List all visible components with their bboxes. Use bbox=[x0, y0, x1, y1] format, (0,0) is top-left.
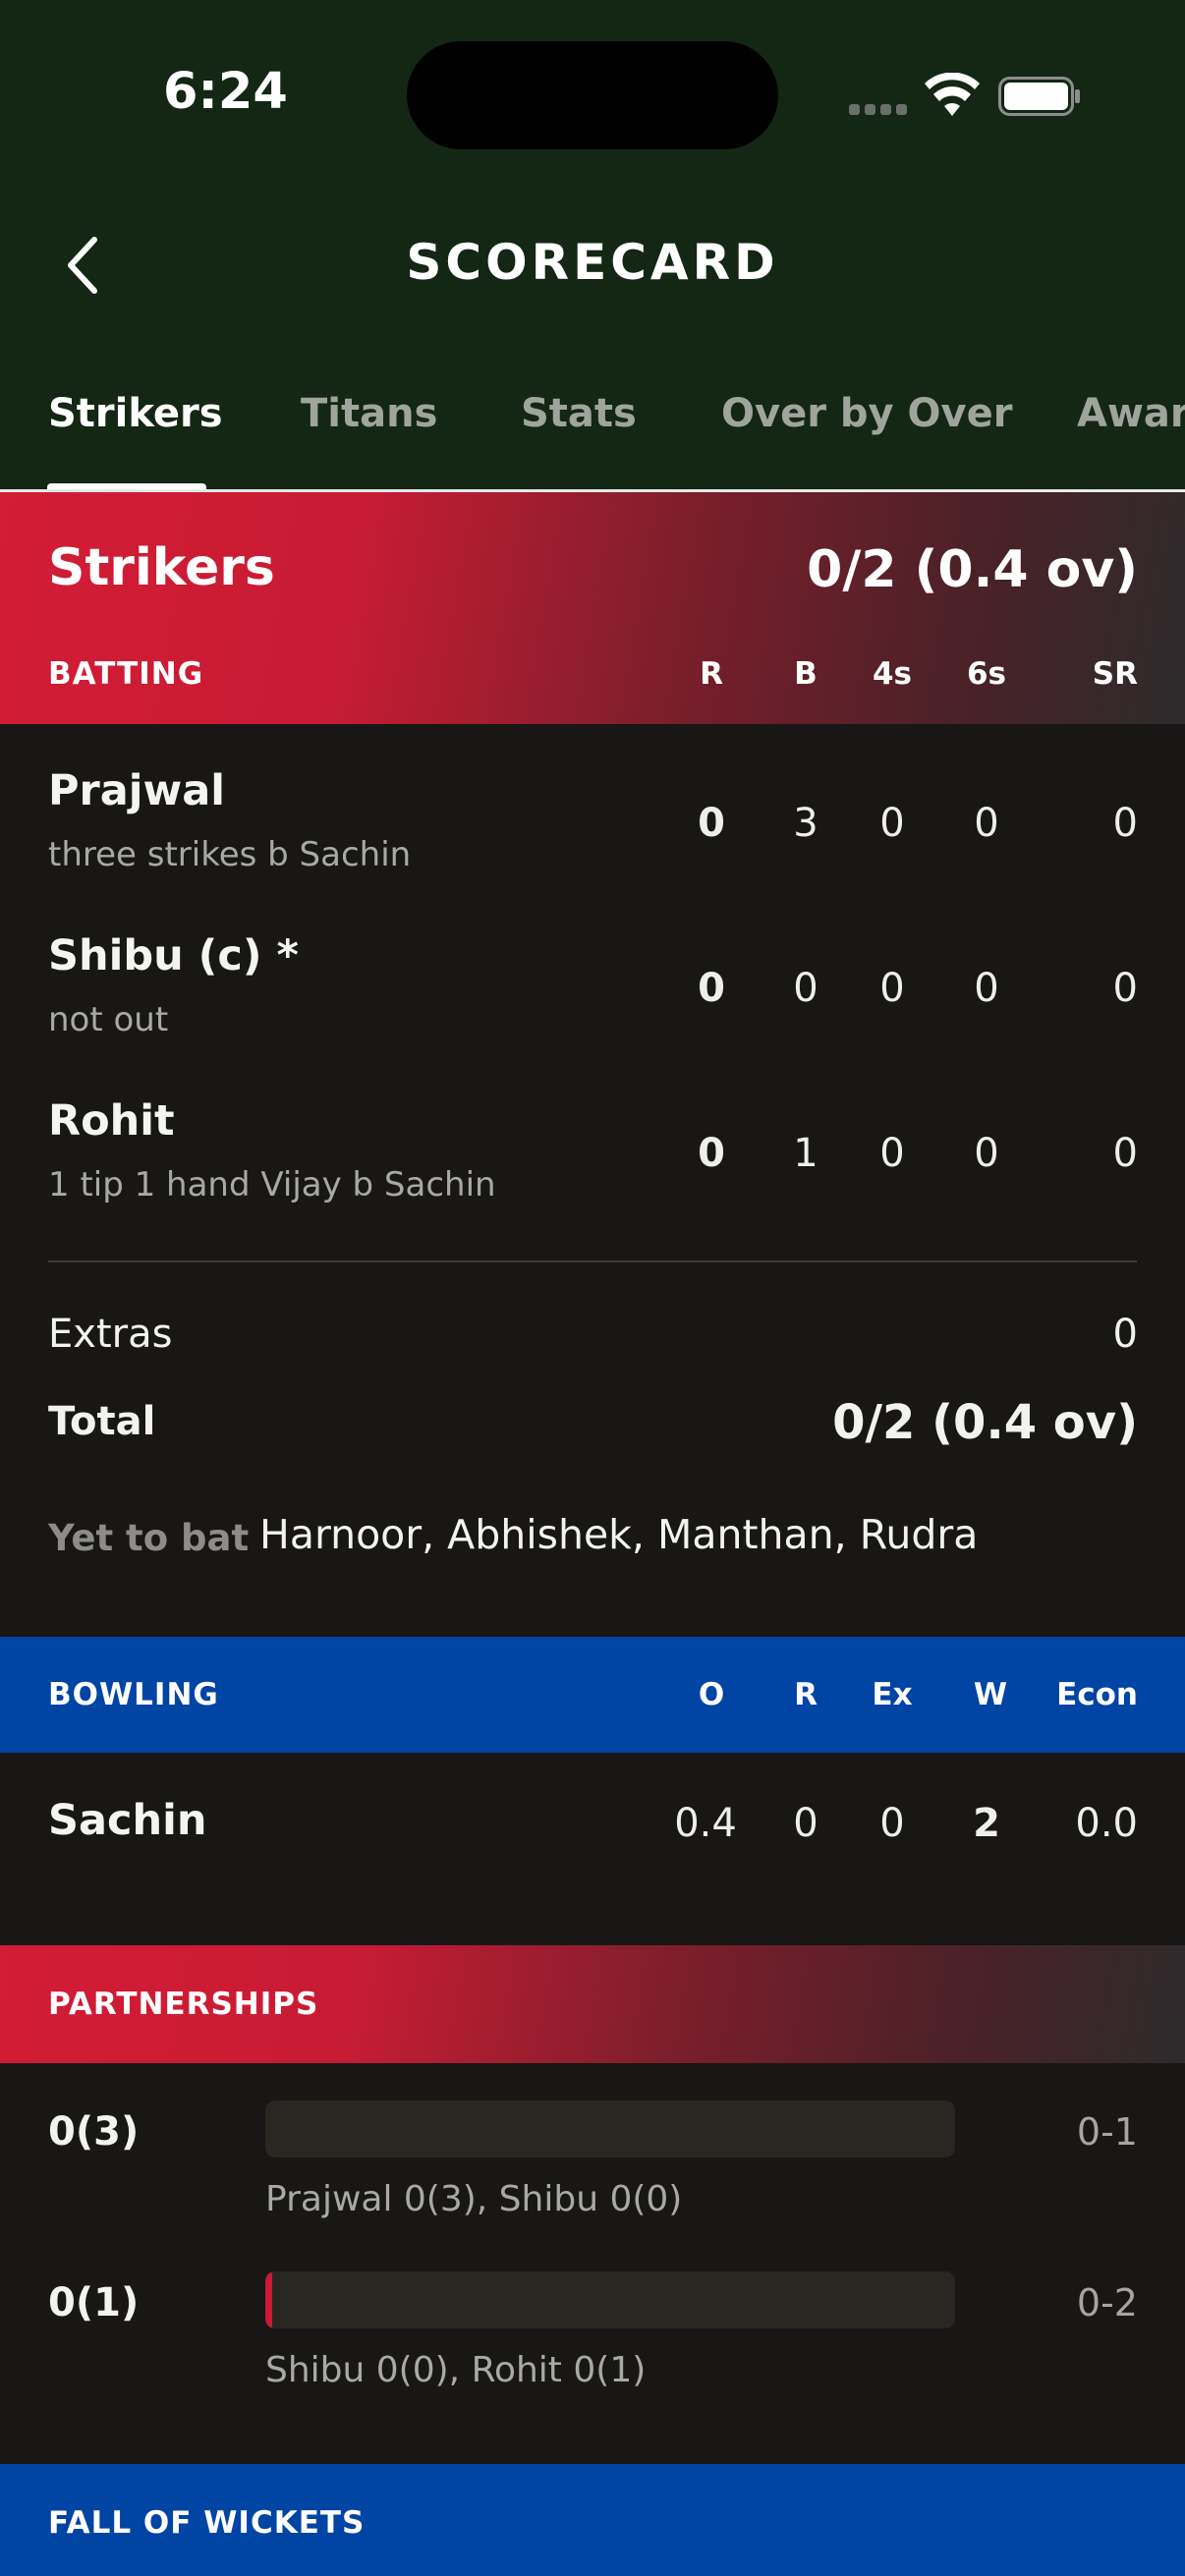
tab-over-by-over[interactable]: Over by Over bbox=[721, 391, 1012, 436]
batting-col-b: B bbox=[794, 656, 818, 692]
batter-dismissal: 1 tip 1 hand Vijay b Sachin bbox=[48, 1165, 496, 1204]
app-header: 6:24 SCORECARD Strikers Titans Stats Ove… bbox=[0, 0, 1185, 492]
batter-fours: 0 bbox=[879, 801, 905, 846]
batter-fours: 0 bbox=[879, 966, 905, 1011]
batter-strike-rate: 0 bbox=[1112, 966, 1138, 1011]
page-title: SCORECARD bbox=[406, 234, 779, 291]
total-label: Total bbox=[48, 1399, 156, 1444]
batting-col-r: R bbox=[700, 656, 723, 692]
innings-team-name: Strikers bbox=[48, 538, 275, 597]
bowler-overs: 0.4 bbox=[674, 1801, 737, 1846]
partnership-players: Prajwal 0(3), Shibu 0(0) bbox=[265, 2179, 683, 2219]
batter-dismissal: not out bbox=[48, 1000, 169, 1039]
extras-label: Extras bbox=[48, 1312, 173, 1357]
partnership-runs: 0(3) bbox=[48, 2109, 140, 2155]
batter-name: Rohit bbox=[48, 1096, 175, 1146]
batting-label: BATTING bbox=[48, 656, 204, 692]
battery-icon bbox=[998, 77, 1080, 116]
total-value: 0/2 (0.4 ov) bbox=[832, 1395, 1138, 1450]
tab-stats[interactable]: Stats bbox=[521, 391, 637, 436]
extras-value: 0 bbox=[1112, 1312, 1138, 1357]
partnership-bar bbox=[265, 2100, 955, 2157]
status-time: 6:24 bbox=[163, 63, 288, 121]
batting-divider bbox=[48, 1260, 1137, 1262]
partnership-bar bbox=[265, 2271, 955, 2328]
bowler-economy: 0.0 bbox=[1075, 1801, 1138, 1846]
batter-strike-rate: 0 bbox=[1112, 801, 1138, 846]
partnership-players: Shibu 0(0), Rohit 0(1) bbox=[265, 2350, 647, 2390]
tab-titans[interactable]: Titans bbox=[301, 391, 437, 436]
bowler-name: Sachin bbox=[48, 1796, 207, 1845]
tab-bar: Strikers Titans Stats Over by Over Award… bbox=[0, 383, 1185, 491]
bowling-col-o: O bbox=[698, 1677, 725, 1712]
tab-strikers[interactable]: Strikers bbox=[48, 391, 223, 436]
batter-strike-rate: 0 bbox=[1112, 1131, 1138, 1176]
yet-to-bat-label: Yet to bat bbox=[48, 1517, 250, 1559]
batter-balls: 1 bbox=[793, 1131, 818, 1176]
batting-col-sr: SR bbox=[1092, 656, 1138, 692]
partnership-wicket: 0-1 bbox=[1076, 2110, 1138, 2154]
batter-dismissal: three strikes b Sachin bbox=[48, 835, 412, 874]
batter-balls: 3 bbox=[793, 801, 818, 846]
batter-balls: 0 bbox=[793, 966, 818, 1011]
yet-to-bat-list: Harnoor, Abhishek, Manthan, Rudra bbox=[259, 1511, 979, 1558]
batter-name: Shibu (c) * bbox=[48, 931, 299, 980]
partnership-wicket: 0-2 bbox=[1076, 2281, 1138, 2324]
batting-col-6s: 6s bbox=[966, 656, 1007, 692]
batter-runs: 0 bbox=[698, 1131, 725, 1176]
bowling-col-econ: Econ bbox=[1056, 1677, 1138, 1712]
partnership-bar-fill bbox=[265, 2271, 273, 2328]
innings-score: 0/2 (0.4 ov) bbox=[807, 540, 1138, 599]
bowling-col-w: W bbox=[973, 1677, 1008, 1712]
batter-runs: 0 bbox=[698, 966, 725, 1011]
batter-runs: 0 bbox=[698, 801, 725, 846]
bowler-extras: 0 bbox=[879, 1801, 905, 1846]
bowler-runs: 0 bbox=[793, 1801, 818, 1846]
tab-awards[interactable]: Awards bbox=[1077, 391, 1185, 436]
partnership-runs: 0(1) bbox=[48, 2280, 140, 2325]
batting-col-4s: 4s bbox=[872, 656, 913, 692]
bowler-wickets: 2 bbox=[973, 1801, 1000, 1846]
bowling-label: BOWLING bbox=[48, 1677, 219, 1712]
fall-of-wickets-label: FALL OF WICKETS bbox=[48, 2505, 366, 2541]
batter-fours: 0 bbox=[879, 1131, 905, 1176]
batter-sixes: 0 bbox=[974, 1131, 999, 1176]
dynamic-island bbox=[407, 41, 778, 149]
bowling-col-ex: Ex bbox=[872, 1677, 913, 1712]
batter-sixes: 0 bbox=[974, 801, 999, 846]
signal-icon bbox=[849, 104, 908, 118]
wifi-icon bbox=[925, 73, 980, 116]
batter-name: Prajwal bbox=[48, 766, 225, 815]
batter-sixes: 0 bbox=[974, 966, 999, 1011]
bowling-col-r: R bbox=[794, 1677, 818, 1712]
partnerships-label: PARTNERSHIPS bbox=[48, 1987, 319, 2022]
